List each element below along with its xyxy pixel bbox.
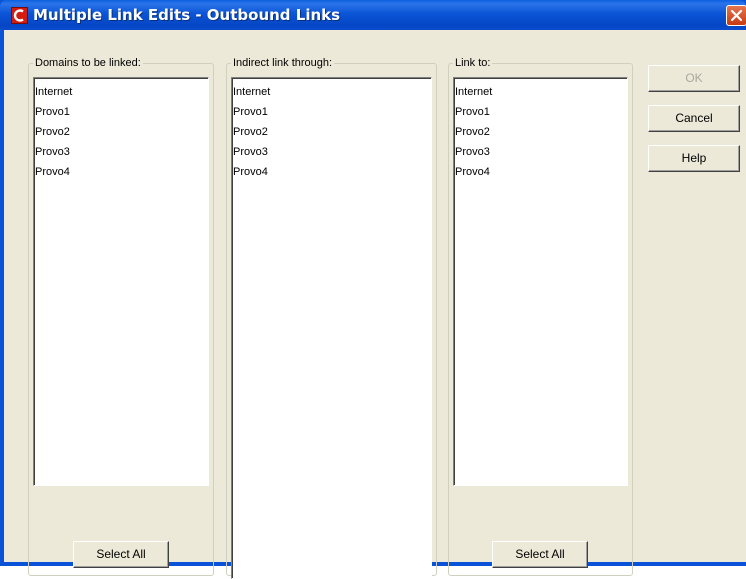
list-item[interactable]: Provo3 [455, 142, 627, 162]
list-item[interactable]: Provo3 [35, 142, 208, 162]
list-item[interactable]: Provo1 [455, 102, 627, 122]
window-title: Multiple Link Edits - Outbound Links [33, 6, 341, 24]
list-item[interactable]: Provo4 [35, 162, 208, 182]
list-item[interactable]: Internet [233, 82, 431, 102]
indirect-label: Indirect link through: [231, 56, 335, 70]
domains-label: Domains to be linked: [33, 56, 143, 70]
list-item[interactable]: Provo2 [35, 122, 208, 142]
list-item[interactable]: Provo4 [455, 162, 627, 182]
close-button[interactable] [726, 5, 746, 26]
select-all-label: Select All [96, 547, 146, 561]
list-item[interactable]: Provo1 [35, 102, 208, 122]
cancel-button[interactable]: Cancel [648, 105, 740, 132]
title-bar[interactable]: Multiple Link Edits - Outbound Links [0, 0, 746, 30]
ok-label: OK [685, 71, 703, 85]
domains-listbox[interactable]: Internet Provo1 Provo2 Provo3 Provo4 [33, 77, 209, 486]
cancel-label: Cancel [675, 111, 713, 125]
indirect-groupbox: Indirect link through: Internet Provo1 P… [226, 56, 437, 579]
dialog-body: Domains to be linked: Internet Provo1 Pr… [4, 30, 746, 579]
select-all-link-to-button[interactable]: Select All [492, 541, 588, 568]
list-item[interactable]: Internet [35, 82, 208, 102]
list-item[interactable]: Provo4 [233, 162, 431, 182]
select-all-label: Select All [515, 547, 565, 561]
app-logo-icon [11, 7, 28, 24]
list-item[interactable]: Provo1 [233, 102, 431, 122]
help-label: Help [681, 151, 707, 165]
help-button[interactable]: Help [648, 145, 740, 172]
list-item[interactable]: Internet [455, 82, 627, 102]
ok-button[interactable]: OK [648, 65, 740, 92]
close-icon [730, 9, 743, 22]
select-all-domains-button[interactable]: Select All [73, 541, 169, 568]
list-item[interactable]: Provo3 [233, 142, 431, 162]
list-item[interactable]: Provo2 [455, 122, 627, 142]
link-to-groupbox: Link to: Internet Provo1 Provo2 Provo3 P… [448, 56, 633, 576]
link-to-label: Link to: [453, 56, 493, 70]
link-to-listbox[interactable]: Internet Provo1 Provo2 Provo3 Provo4 [453, 77, 628, 486]
dialog-window: Multiple Link Edits - Outbound Links Dom… [0, 0, 746, 579]
domains-groupbox: Domains to be linked: Internet Provo1 Pr… [28, 56, 214, 576]
indirect-listbox[interactable]: Internet Provo1 Provo2 Provo3 Provo4 [231, 77, 432, 579]
list-item[interactable]: Provo2 [233, 122, 431, 142]
